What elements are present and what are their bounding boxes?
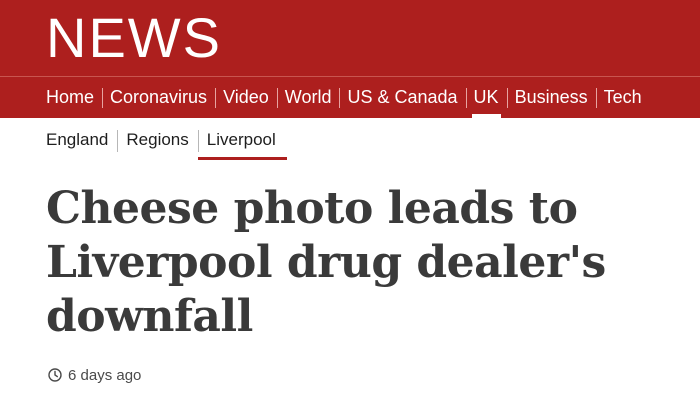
- nav-item-world[interactable]: World: [276, 77, 340, 118]
- nav-item-business[interactable]: Business: [506, 77, 596, 118]
- primary-nav: Home Coronavirus Video World US & Canada…: [0, 77, 700, 118]
- subnav-item-regions[interactable]: Regions: [117, 126, 197, 160]
- nav-item-coronavirus[interactable]: Coronavirus: [102, 77, 215, 118]
- page: NEWS Home Coronavirus Video World US & C…: [0, 0, 700, 402]
- primary-nav-list: Home Coronavirus Video World US & Canada…: [46, 77, 650, 118]
- subnav-item-england[interactable]: England: [46, 126, 117, 160]
- article-timestamp: 6 days ago: [68, 366, 142, 384]
- article-meta: 6 days ago: [48, 364, 141, 386]
- nav-item-us-canada[interactable]: US & Canada: [339, 77, 465, 118]
- nav-item-video[interactable]: Video: [215, 77, 277, 118]
- clock-icon: [48, 368, 62, 382]
- nav-item-home[interactable]: Home: [46, 77, 102, 118]
- subnav-item-liverpool[interactable]: Liverpool: [197, 126, 287, 160]
- news-logo[interactable]: NEWS: [46, 6, 222, 70]
- nav-item-tech[interactable]: Tech: [595, 77, 650, 118]
- article-headline: Cheese photo leads to Liverpool drug dea…: [46, 183, 606, 342]
- nav-item-uk[interactable]: UK: [465, 77, 507, 118]
- masthead: NEWS: [0, 0, 700, 76]
- secondary-nav: England Regions Liverpool: [46, 126, 287, 160]
